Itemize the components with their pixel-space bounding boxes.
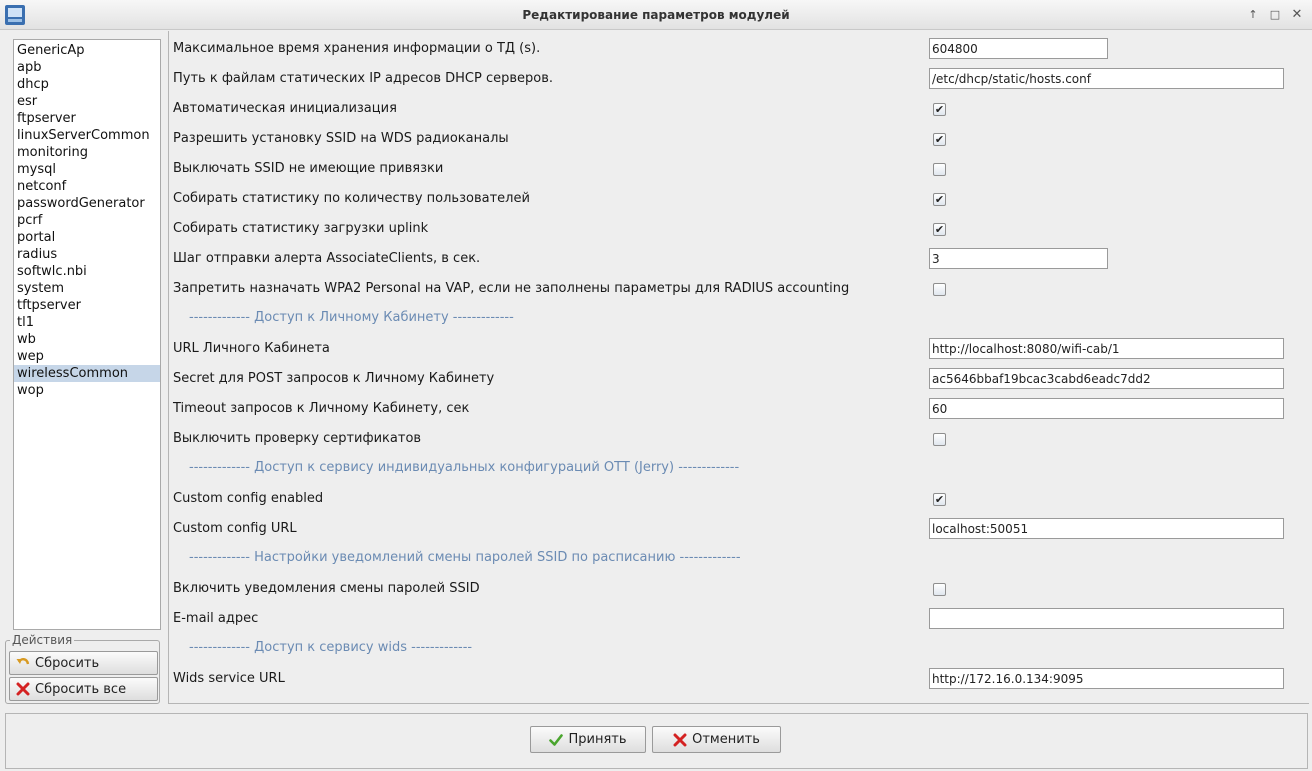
timeout-label: Timeout запросов к Личному Кабинету, сек (173, 401, 470, 416)
reset-all-button-label: Сбросить все (35, 681, 127, 697)
timeout-field[interactable] (929, 398, 1284, 419)
cancel-button[interactable]: Отменить (652, 726, 781, 753)
module-list-item[interactable]: radius (14, 246, 160, 263)
stats-users-checkbox[interactable]: ✔ (933, 193, 946, 206)
module-list-item[interactable]: wop (14, 382, 160, 399)
disable-unbound-ssid-label: Выключать SSID не имеющие привязки (173, 161, 444, 176)
stats-uplink-label: Собирать статистику загрузки uplink (173, 221, 429, 236)
section-ott-header: ------------- Доступ к сервису индивидуа… (189, 460, 740, 475)
module-list-item[interactable]: portal (14, 229, 160, 246)
auto-init-label: Автоматическая инициализация (173, 101, 397, 116)
reset-button-label: Сбросить (35, 655, 100, 671)
max-time-label: Максимальное время хранения информации о… (173, 41, 541, 56)
module-list-item[interactable]: wep (14, 348, 160, 365)
module-list-item[interactable]: GenericAp (14, 42, 160, 59)
module-list-item[interactable]: mysql (14, 161, 160, 178)
auto-init-checkbox[interactable]: ✔ (933, 103, 946, 116)
disable-cert-checkbox[interactable] (933, 433, 946, 446)
dhcp-path-field[interactable] (929, 68, 1284, 89)
module-list-item[interactable]: system (14, 280, 160, 297)
wds-ssid-label: Разрешить установку SSID на WDS радиокан… (173, 131, 509, 146)
custom-config-url-field[interactable] (929, 518, 1284, 539)
module-list-item[interactable]: softwlc.nbi (14, 263, 160, 280)
module-list-item[interactable]: netconf (14, 178, 160, 195)
section-notify-header: ------------- Настройки уведомлений смен… (189, 550, 741, 565)
module-list-item[interactable]: apb (14, 59, 160, 76)
cross-icon (16, 682, 30, 696)
dhcp-path-label: Путь к файлам статических IP адресов DHC… (173, 71, 554, 86)
module-list-item[interactable]: esr (14, 93, 160, 110)
accept-button[interactable]: Принять (530, 726, 646, 753)
module-list-item[interactable]: tftpserver (14, 297, 160, 314)
forbid-wpa2-label: Запретить назначать WPA2 Personal на VAP… (173, 281, 850, 296)
custom-config-enabled-checkbox[interactable]: ✔ (933, 493, 946, 506)
accept-button-label: Принять (568, 732, 627, 747)
module-list-item[interactable]: ftpserver (14, 110, 160, 127)
custom-config-url-label: Custom config URL (173, 521, 297, 536)
wds-ssid-checkbox[interactable]: ✔ (933, 133, 946, 146)
actions-group: Действия Сбросить Сбросить все (5, 633, 160, 704)
custom-config-enabled-label: Custom config enabled (173, 491, 324, 506)
module-list-item[interactable]: monitoring (14, 144, 160, 161)
stats-users-label: Собирать статистику по количеству пользо… (173, 191, 530, 206)
maximize-icon[interactable]: □ (1266, 6, 1284, 24)
forbid-wpa2-checkbox[interactable] (933, 283, 946, 296)
cabinet-url-field[interactable] (929, 338, 1284, 359)
email-label: E-mail адрес (173, 611, 259, 626)
cabinet-url-label: URL Личного Кабинета (173, 341, 330, 356)
window-title: Редактирование параметров модулей (522, 8, 790, 22)
email-field[interactable] (929, 608, 1284, 629)
module-list-item[interactable]: pcrf (14, 212, 160, 229)
reset-all-button[interactable]: Сбросить все (9, 677, 158, 701)
alert-step-field[interactable] (929, 248, 1108, 269)
secret-label: Secret для POST запросов к Личному Кабин… (173, 371, 495, 386)
cross-icon (673, 733, 687, 746)
wids-url-field[interactable] (929, 668, 1284, 689)
module-list[interactable]: GenericAp apb dhcp esr ftpserver linuxServerC… (13, 39, 161, 630)
title-bar: Редактирование параметров модулей ↑ □ ✕ (0, 0, 1312, 30)
disable-cert-label: Выключить проверку сертификатов (173, 431, 422, 446)
disable-unbound-ssid-checkbox[interactable] (933, 163, 946, 176)
minimize-up-icon[interactable]: ↑ (1244, 6, 1262, 24)
close-icon[interactable]: ✕ (1288, 6, 1306, 24)
module-list-item[interactable]: linuxServerCommon (14, 127, 160, 144)
section-wids-header: ------------- Доступ к сервису wids ----… (189, 640, 473, 655)
module-list-item[interactable]: dhcp (14, 76, 160, 93)
module-list-item[interactable]: tl1 (14, 314, 160, 331)
alert-step-label: Шаг отправки алерта AssociateClients, в … (173, 251, 481, 266)
reset-button[interactable]: Сбросить (9, 651, 158, 675)
secret-field[interactable] (929, 368, 1284, 389)
undo-icon (16, 658, 30, 665)
wids-url-label: Wids service URL (173, 671, 285, 686)
cancel-button-label: Отменить (692, 732, 760, 747)
module-list-item[interactable]: passwordGenerator (14, 195, 160, 212)
notify-label: Включить уведомления смены паролей SSID (173, 581, 480, 596)
module-list-item[interactable]: wirelessCommon (14, 365, 160, 382)
notify-checkbox[interactable] (933, 583, 946, 596)
checkmark-icon (549, 733, 564, 746)
actions-legend: Действия (10, 633, 75, 647)
section-cabinet-header: ------------- Доступ к Личному Кабинету … (189, 310, 514, 325)
max-time-field[interactable] (929, 38, 1108, 59)
stats-uplink-checkbox[interactable]: ✔ (933, 223, 946, 236)
module-list-item[interactable]: wb (14, 331, 160, 348)
